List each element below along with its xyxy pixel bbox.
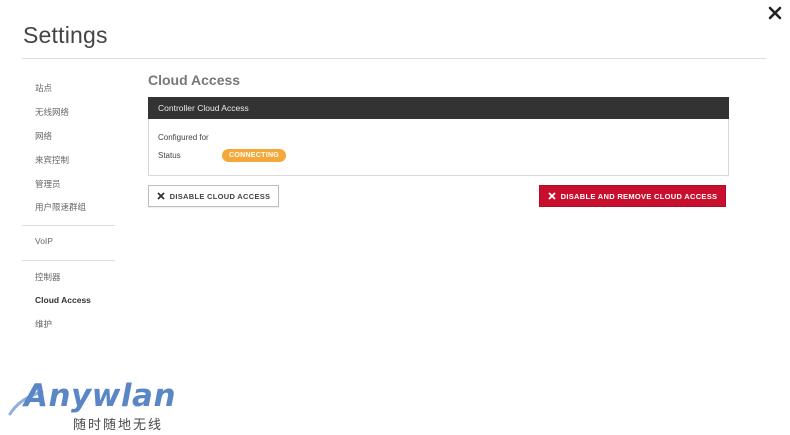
close-icon xyxy=(156,192,165,200)
disable-cloud-access-label: DISABLE CLOUD ACCESS xyxy=(169,191,271,201)
sidebar-divider xyxy=(22,225,115,226)
sidebar-divider xyxy=(22,260,115,261)
sidebar-item-voip[interactable]: VoIP xyxy=(35,236,53,246)
watermark-logo: Anywlan 随时随地无线 xyxy=(8,378,178,433)
title-divider xyxy=(22,58,766,59)
close-icon[interactable] xyxy=(766,4,784,22)
status-label: Status xyxy=(158,151,181,160)
sidebar-item-wireless-networks[interactable]: 无线网络 xyxy=(35,106,69,118)
section-title: Cloud Access xyxy=(148,72,241,88)
sidebar-item-controller[interactable]: 控制器 xyxy=(35,271,61,283)
sidebar-item-admins[interactable]: 管理员 xyxy=(35,178,61,190)
sidebar-item-sites[interactable]: 站点 xyxy=(35,82,52,94)
close-icon xyxy=(548,192,556,200)
status-badge: CONNECTING xyxy=(222,149,287,162)
sidebar-item-guest-control[interactable]: 来宾控制 xyxy=(35,154,69,166)
configured-for-value xyxy=(222,132,266,140)
watermark-brand: Anywlan xyxy=(24,378,177,414)
sidebar-item-cloud-access[interactable]: Cloud Access xyxy=(35,295,91,305)
sidebar-item-maintenance[interactable]: 维护 xyxy=(35,318,52,330)
configured-for-label: Configured for xyxy=(158,133,209,142)
sidebar-item-user-groups[interactable]: 用户限速群组 xyxy=(35,201,86,213)
panel-header: Controller Cloud Access xyxy=(148,97,729,119)
watermark-tagline: 随时随地无线 xyxy=(73,417,164,432)
disable-cloud-access-button[interactable]: DISABLE CLOUD ACCESS xyxy=(148,185,279,207)
sidebar-item-networks[interactable]: 网络 xyxy=(35,130,52,142)
disable-remove-cloud-access-label: DISABLE AND REMOVE CLOUD ACCESS xyxy=(560,191,718,201)
disable-remove-cloud-access-button[interactable]: DISABLE AND REMOVE CLOUD ACCESS xyxy=(539,185,726,207)
cloud-access-panel: Controller Cloud Access Configured for S… xyxy=(148,97,729,176)
page-title: Settings xyxy=(23,22,108,48)
